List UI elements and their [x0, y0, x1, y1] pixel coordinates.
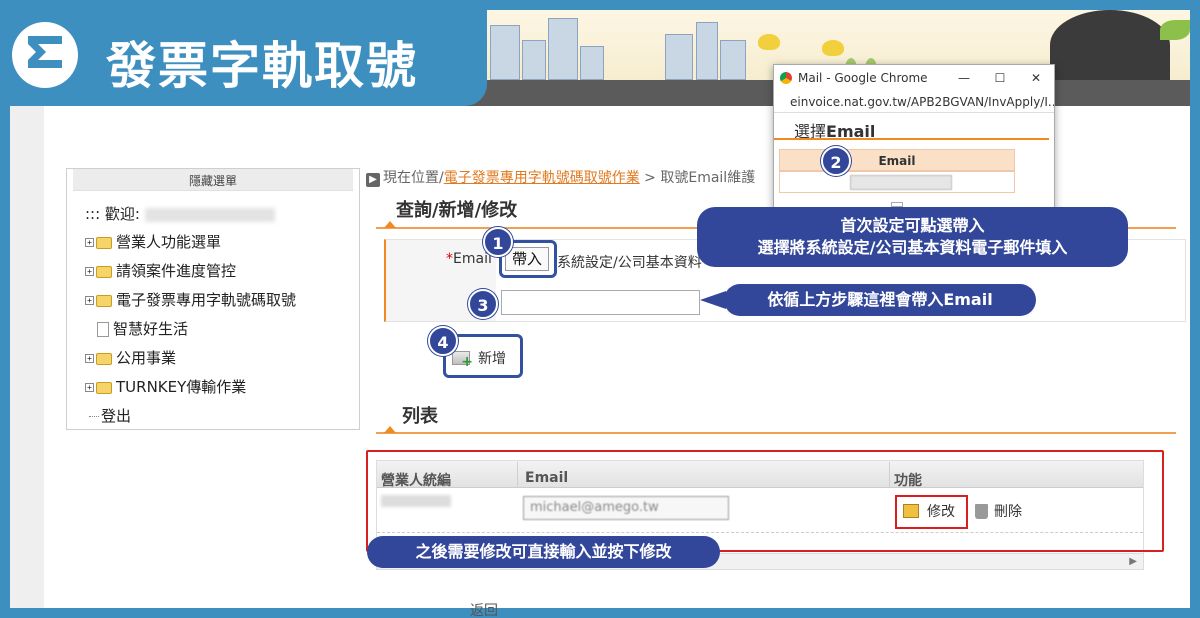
- sidebar-item-business-menu[interactable]: + 營業人功能選單: [85, 228, 359, 257]
- welcome-label: ::: 歡迎:: [85, 205, 140, 223]
- callout-first-setup: 首次設定可點選帶入 選擇將系統設定/公司基本資料電子郵件填入: [697, 207, 1128, 267]
- chrome-icon: [780, 72, 792, 84]
- popup-column-header: Email: [779, 149, 1015, 171]
- popup-url: einvoice.nat.gov.tw/APB2BGVAN/InvApply/I…: [790, 94, 1054, 109]
- step-number-1: 1: [483, 227, 513, 257]
- sidebar-item-label: 電子發票專用字軌號碼取號: [116, 291, 297, 309]
- breadcrumb-arrow-icon: ▶: [366, 173, 380, 187]
- popup-address-bar[interactable]: einvoice.nat.gov.tw/APB2BGVAN/InvApply/I…: [774, 91, 1054, 113]
- redacted-username: [144, 207, 275, 222]
- tree-line: [89, 416, 99, 417]
- folder-icon: [96, 352, 112, 365]
- section-marker: [384, 221, 396, 228]
- email-field-label: *Email: [446, 251, 492, 267]
- list-section-title: 列表: [402, 406, 438, 427]
- step-number-3: 3: [468, 289, 498, 319]
- popup-heading: 選擇Email: [774, 113, 1054, 141]
- callout-auto-fill: 依循上方步驟這裡會帶入Email: [724, 284, 1036, 316]
- sidebar-menu: 隱藏選單 ::: 歡迎: + 營業人功能選單 + 請領案件進度管控 + 電子發票…: [66, 168, 360, 430]
- query-section-title: 查詢/新增/修改: [396, 200, 518, 221]
- sidebar-item-label: 營業人功能選單: [116, 233, 222, 251]
- callout-line: 首次設定可點選帶入: [840, 216, 985, 235]
- section-rule: [376, 432, 1176, 434]
- popup-email-row[interactable]: [779, 171, 1015, 193]
- scroll-right-icon[interactable]: ▶: [1129, 556, 1137, 567]
- add-icon: [452, 351, 473, 370]
- folder-icon: [96, 265, 112, 278]
- welcome-line: ::: 歡迎:: [85, 203, 359, 224]
- sidebar-item-label: 智慧好生活: [113, 320, 189, 338]
- callout-line: 選擇將系統設定/公司基本資料電子郵件填入: [757, 238, 1068, 257]
- close-icon[interactable]: ✕: [1018, 71, 1054, 85]
- popup-window-title: Mail - Google Chrome: [798, 71, 928, 85]
- popup-email-button[interactable]: [850, 175, 952, 190]
- minimize-icon[interactable]: —: [946, 71, 982, 85]
- document-icon: [97, 322, 109, 337]
- callout-pointer: [700, 291, 726, 309]
- sidebar-item-utilities[interactable]: + 公用事業: [85, 344, 359, 373]
- email-label-text: Email: [453, 251, 492, 267]
- expand-icon[interactable]: +: [85, 296, 94, 305]
- expand-icon[interactable]: +: [85, 238, 94, 247]
- sidebar-item-turnkey[interactable]: + TURNKEY傳輸作業: [85, 373, 359, 402]
- page-title: 發票字軌取號: [106, 37, 418, 95]
- folder-icon: [96, 236, 112, 249]
- title-badge: 發票字軌取號: [0, 0, 487, 106]
- section-marker: [384, 426, 396, 433]
- step-number-2: 2: [821, 146, 851, 176]
- logo: [12, 22, 78, 88]
- breadcrumb-link[interactable]: 電子發票專用字軌號碼取號作業: [444, 170, 640, 186]
- email-input[interactable]: [501, 290, 700, 315]
- sidebar-item-label: TURNKEY傳輸作業: [116, 378, 247, 396]
- sidebar-item-label: 請領案件進度管控: [116, 262, 237, 280]
- callout-edit-later: 之後需要修改可直接輸入並按下修改: [367, 536, 720, 568]
- import-hint: 系統設定/公司基本資料: [557, 255, 702, 271]
- breadcrumb-current: > 取號Email維護: [639, 170, 756, 186]
- expand-icon[interactable]: +: [85, 267, 94, 276]
- add-button-label: 新增: [478, 351, 506, 367]
- folder-icon: [96, 381, 112, 394]
- import-button[interactable]: 帶入: [505, 247, 549, 271]
- breadcrumb-prefix: 現在位置/: [383, 170, 444, 186]
- expand-icon[interactable]: +: [85, 354, 94, 363]
- popup-titlebar: Mail - Google Chrome — ☐ ✕: [774, 65, 1054, 91]
- email-picker-popup: Mail - Google Chrome — ☐ ✕ einvoice.nat.…: [773, 64, 1055, 214]
- page-gutter: [10, 106, 44, 608]
- maximize-icon[interactable]: ☐: [982, 71, 1018, 85]
- sidebar-item-label: 公用事業: [116, 349, 177, 367]
- add-button[interactable]: 新增: [452, 348, 506, 370]
- folder-icon: [96, 294, 112, 307]
- expand-icon[interactable]: +: [85, 383, 94, 392]
- sidebar-item-smart-life[interactable]: 智慧好生活: [85, 315, 359, 344]
- sidebar-item-logout[interactable]: 登出: [85, 402, 359, 431]
- breadcrumb: ▶ 現在位置/電子發票專用字軌號碼取號作業 > 取號Email維護: [366, 167, 755, 187]
- step-number-4: 4: [428, 326, 458, 356]
- logo-icon: [28, 36, 62, 68]
- required-mark: *: [446, 251, 453, 267]
- sidebar-item-case-progress[interactable]: + 請領案件進度管控: [85, 257, 359, 286]
- sidebar-item-label: 登出: [101, 407, 132, 425]
- popup-rule: [774, 138, 1049, 140]
- back-link[interactable]: 返回: [470, 600, 498, 618]
- sidebar-item-track-number[interactable]: + 電子發票專用字軌號碼取號: [85, 286, 359, 315]
- hide-menu-toggle[interactable]: 隱藏選單: [73, 169, 353, 191]
